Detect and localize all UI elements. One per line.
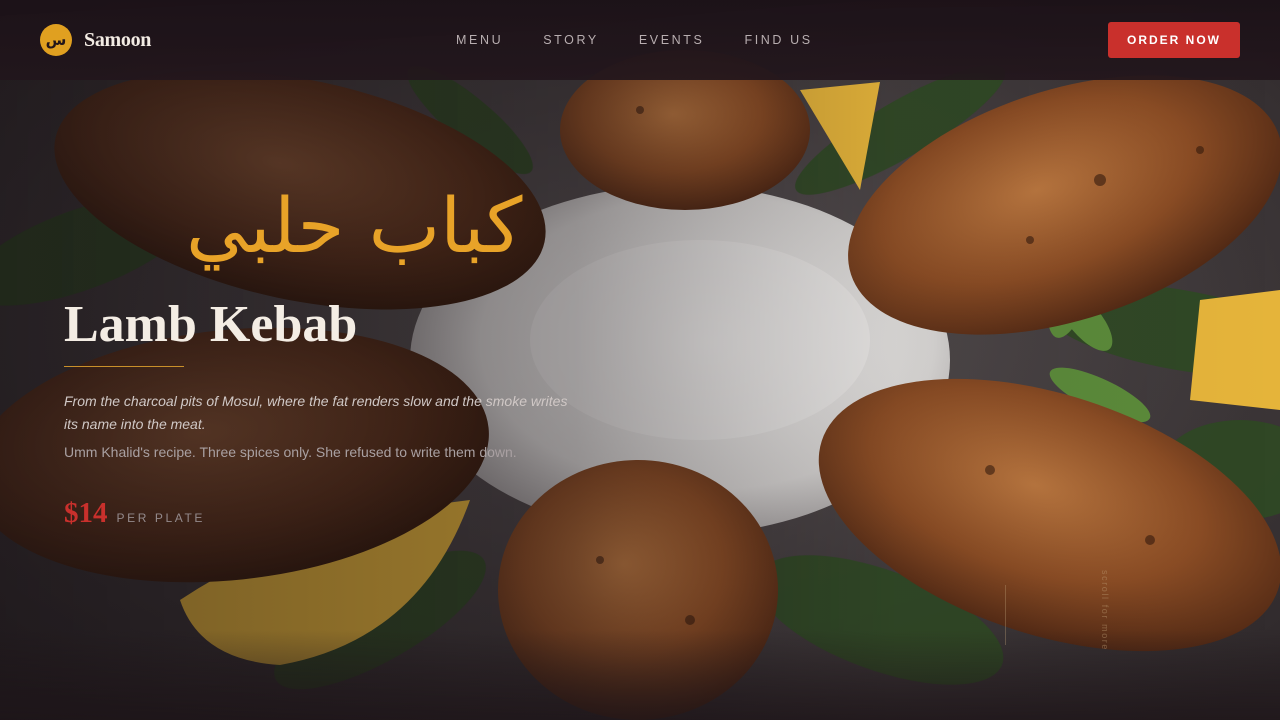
scroll-indicator-line xyxy=(1005,585,1006,645)
dish-price: $14 xyxy=(64,497,108,529)
hero-bottom-fade xyxy=(0,630,1280,720)
hero-overlay xyxy=(0,0,1280,720)
nav-link-find-us[interactable]: FIND US xyxy=(744,33,812,47)
dish-title: Lamb Kebab xyxy=(64,296,358,353)
scroll-caption: scroll for more xyxy=(1100,570,1110,652)
main-nav: MENU STORY EVENTS FIND US xyxy=(456,0,813,80)
brand-name: Samoon xyxy=(84,28,152,51)
title-divider xyxy=(64,366,184,367)
recipe-note: Umm Khalid's recipe. Three spices only. … xyxy=(64,444,517,460)
hero-background-image xyxy=(0,0,1280,720)
logo-icon: س xyxy=(40,24,72,56)
price-row: $14 PER PLATE xyxy=(64,497,205,530)
dish-arabic-title: كباب حلبي xyxy=(186,181,523,270)
nav-link-menu[interactable]: MENU xyxy=(456,33,503,47)
brand-logo-link[interactable]: س Samoon xyxy=(40,24,151,56)
top-navbar: س Samoon MENU STORY EVENTS FIND US ORDER… xyxy=(0,0,1280,80)
nav-link-story[interactable]: STORY xyxy=(543,33,599,47)
price-unit: PER PLATE xyxy=(116,511,206,525)
dish-tagline: From the charcoal pits of Mosul, where t… xyxy=(64,393,568,432)
nav-link-events[interactable]: EVENTS xyxy=(639,33,705,47)
order-now-button[interactable]: ORDER NOW xyxy=(1108,22,1240,58)
